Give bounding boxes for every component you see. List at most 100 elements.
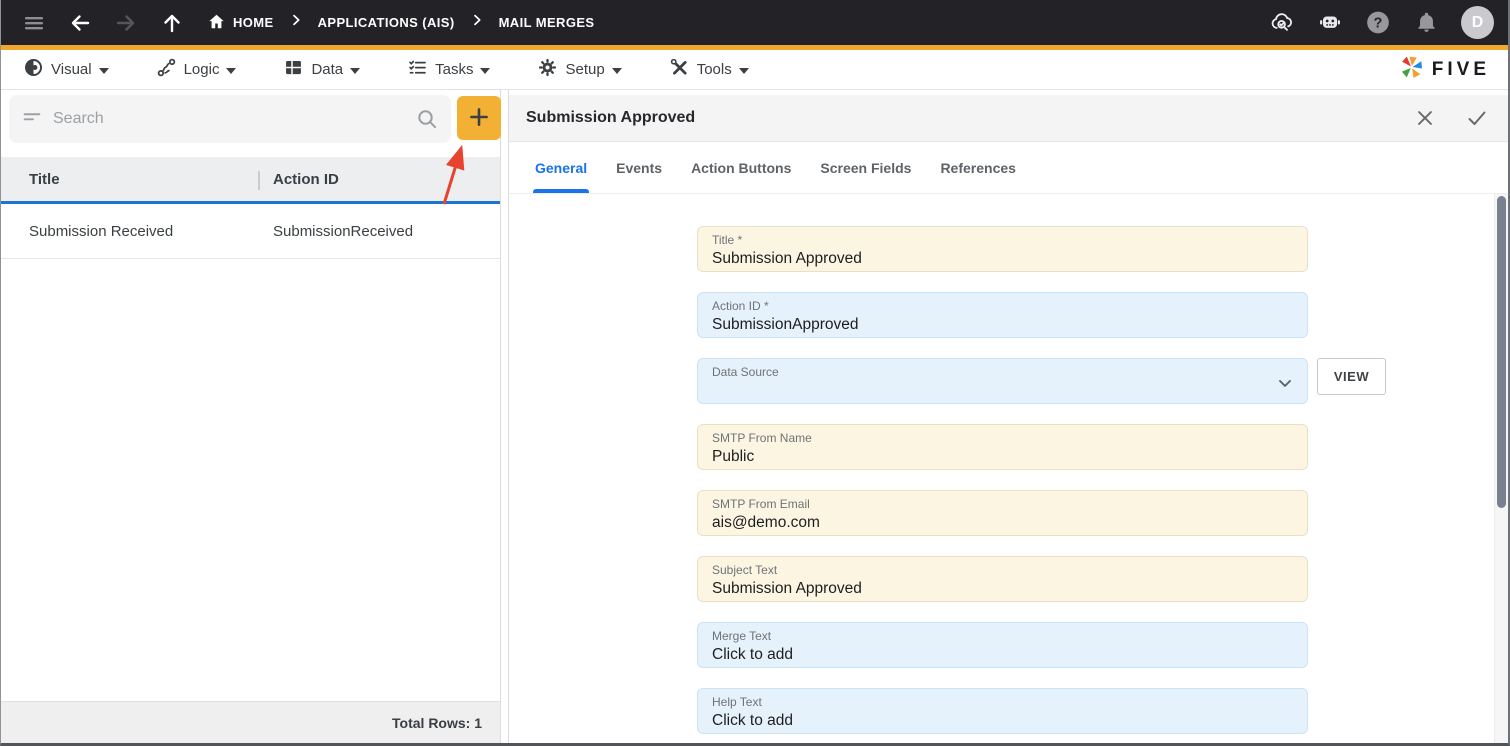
field-label: Help Text	[712, 695, 762, 709]
field-value: Submission Approved	[712, 250, 862, 267]
mail-merge-list-panel: Title Action ID Submission Received Subm…	[1, 90, 501, 743]
tab-events[interactable]: Events	[614, 142, 664, 193]
subject-text-field[interactable]: Subject Text Submission Approved	[697, 556, 1308, 602]
search-icon[interactable]	[415, 107, 439, 136]
help-icon[interactable]: ?	[1365, 10, 1391, 36]
chevron-down-icon	[98, 67, 109, 74]
checklist-icon	[407, 57, 428, 82]
record-detail-panel: Submission Approved General Events Actio…	[508, 90, 1508, 743]
field-label: Merge Text	[712, 629, 772, 643]
row-title-cell: Submission Received	[29, 222, 174, 240]
menu-tools[interactable]: Tools	[669, 57, 749, 82]
chevron-down-icon	[350, 67, 361, 74]
breadcrumb-home[interactable]: HOME	[207, 12, 274, 34]
menu-tasks[interactable]: Tasks	[407, 57, 491, 82]
title-field[interactable]: Title * Submission Approved	[697, 226, 1308, 272]
field-value: Click to add	[712, 646, 793, 663]
save-check-icon[interactable]	[1464, 105, 1490, 131]
field-value: Public	[712, 448, 755, 465]
home-icon	[207, 12, 226, 34]
tab-general[interactable]: General	[533, 142, 590, 193]
brand-wordmark: FIVE	[1431, 58, 1490, 80]
scrollbar-thumb[interactable]	[1497, 196, 1506, 508]
field-value: Click to add	[712, 712, 793, 729]
menu-bar: Visual Logic Data Tasks Setup Tools FIVE	[1, 50, 1508, 90]
field-label: SMTP From Name	[712, 431, 812, 445]
up-arrow-icon[interactable]	[159, 10, 185, 36]
field-label: Subject Text	[712, 563, 778, 577]
field-label: Title *	[712, 233, 743, 247]
field-label: Data Source	[712, 365, 779, 379]
list-table-header: Title Action ID	[1, 157, 500, 204]
total-rows-label: Total Rows: 1	[392, 714, 482, 731]
breadcrumb-applications[interactable]: APPLICATIONS (AIS)	[318, 15, 455, 30]
data-source-field[interactable]: Data Source	[697, 358, 1308, 404]
plus-icon	[466, 104, 492, 133]
merge-text-field[interactable]: Merge Text Click to add	[697, 622, 1308, 668]
search-bar	[9, 95, 451, 143]
column-header-title[interactable]: Title	[29, 171, 251, 188]
five-logo: FIVE	[1399, 55, 1490, 85]
column-divider	[258, 171, 260, 190]
avatar[interactable]: D	[1461, 6, 1494, 39]
chevron-down-icon	[738, 67, 749, 74]
menu-data[interactable]: Data	[283, 57, 361, 82]
content-area: Title Action ID Submission Received Subm…	[1, 90, 1508, 743]
general-tab-form: Title * Submission Approved Action ID * …	[509, 194, 1508, 743]
action-id-field[interactable]: Action ID * SubmissionApproved	[697, 292, 1308, 338]
menu-visual[interactable]: Visual	[23, 57, 109, 82]
breadcrumb-mail-merges[interactable]: MAIL MERGES	[499, 15, 595, 30]
forward-arrow-icon[interactable]	[113, 10, 139, 36]
five-pinwheel-icon	[1399, 55, 1424, 85]
field-value: SubmissionApproved	[712, 316, 859, 333]
menu-setup[interactable]: Setup	[537, 57, 622, 82]
chevron-right-icon	[288, 12, 304, 33]
branch-icon	[156, 57, 177, 82]
field-label: SMTP From Email	[712, 497, 810, 511]
list-empty-space	[1, 259, 500, 701]
detail-tabs: General Events Action Buttons Screen Fie…	[509, 142, 1508, 194]
filter-icon[interactable]	[21, 106, 43, 133]
tab-action-buttons[interactable]: Action Buttons	[689, 142, 793, 193]
breadcrumb: HOME APPLICATIONS (AIS) MAIL MERGES	[207, 12, 594, 34]
chevron-right-icon	[469, 12, 485, 33]
chevron-down-icon	[226, 67, 237, 74]
view-button[interactable]: VIEW	[1317, 358, 1386, 395]
field-label: Action ID *	[712, 299, 769, 313]
field-value: ais@demo.com	[712, 514, 820, 531]
tab-references[interactable]: References	[938, 142, 1018, 193]
tab-screen-fields[interactable]: Screen Fields	[818, 142, 913, 193]
nav-buttons	[21, 10, 185, 36]
tools-icon	[669, 57, 690, 82]
page-title: Submission Approved	[526, 109, 696, 126]
smtp-from-name-field[interactable]: SMTP From Name Public	[697, 424, 1308, 470]
back-arrow-icon[interactable]	[67, 10, 93, 36]
scrollbar-track[interactable]	[1494, 194, 1508, 743]
menu-logic[interactable]: Logic	[156, 57, 237, 82]
gear-icon	[537, 57, 558, 82]
search-input[interactable]	[53, 110, 353, 128]
column-header-action-id[interactable]: Action ID	[273, 171, 339, 188]
svg-text:?: ?	[1374, 15, 1383, 31]
table-icon	[283, 57, 304, 82]
help-text-field[interactable]: Help Text Click to add	[697, 688, 1308, 734]
cloud-search-icon[interactable]	[1269, 10, 1295, 36]
row-action-id-cell: SubmissionReceived	[273, 222, 414, 240]
top-bar: HOME APPLICATIONS (AIS) MAIL MERGES ? D	[1, 0, 1508, 50]
app-window: HOME APPLICATIONS (AIS) MAIL MERGES ? D …	[0, 0, 1510, 746]
chevron-down-icon	[611, 67, 622, 74]
detail-header: Submission Approved	[509, 95, 1508, 142]
field-value: Submission Approved	[712, 580, 862, 597]
smtp-from-email-field[interactable]: SMTP From Email ais@demo.com	[697, 490, 1308, 536]
close-icon[interactable]	[1412, 105, 1438, 131]
chevron-down-icon[interactable]	[1275, 373, 1295, 398]
list-footer: Total Rows: 1	[1, 701, 500, 743]
hamburger-menu-icon[interactable]	[21, 10, 47, 36]
table-row[interactable]: Submission Received SubmissionReceived	[1, 204, 500, 259]
chevron-down-icon	[480, 67, 491, 74]
eye-icon	[23, 57, 44, 82]
topbar-right-icons: ? D	[1269, 6, 1494, 39]
bot-icon[interactable]	[1317, 10, 1343, 36]
add-record-button[interactable]	[457, 96, 501, 140]
notifications-icon[interactable]	[1413, 10, 1439, 36]
